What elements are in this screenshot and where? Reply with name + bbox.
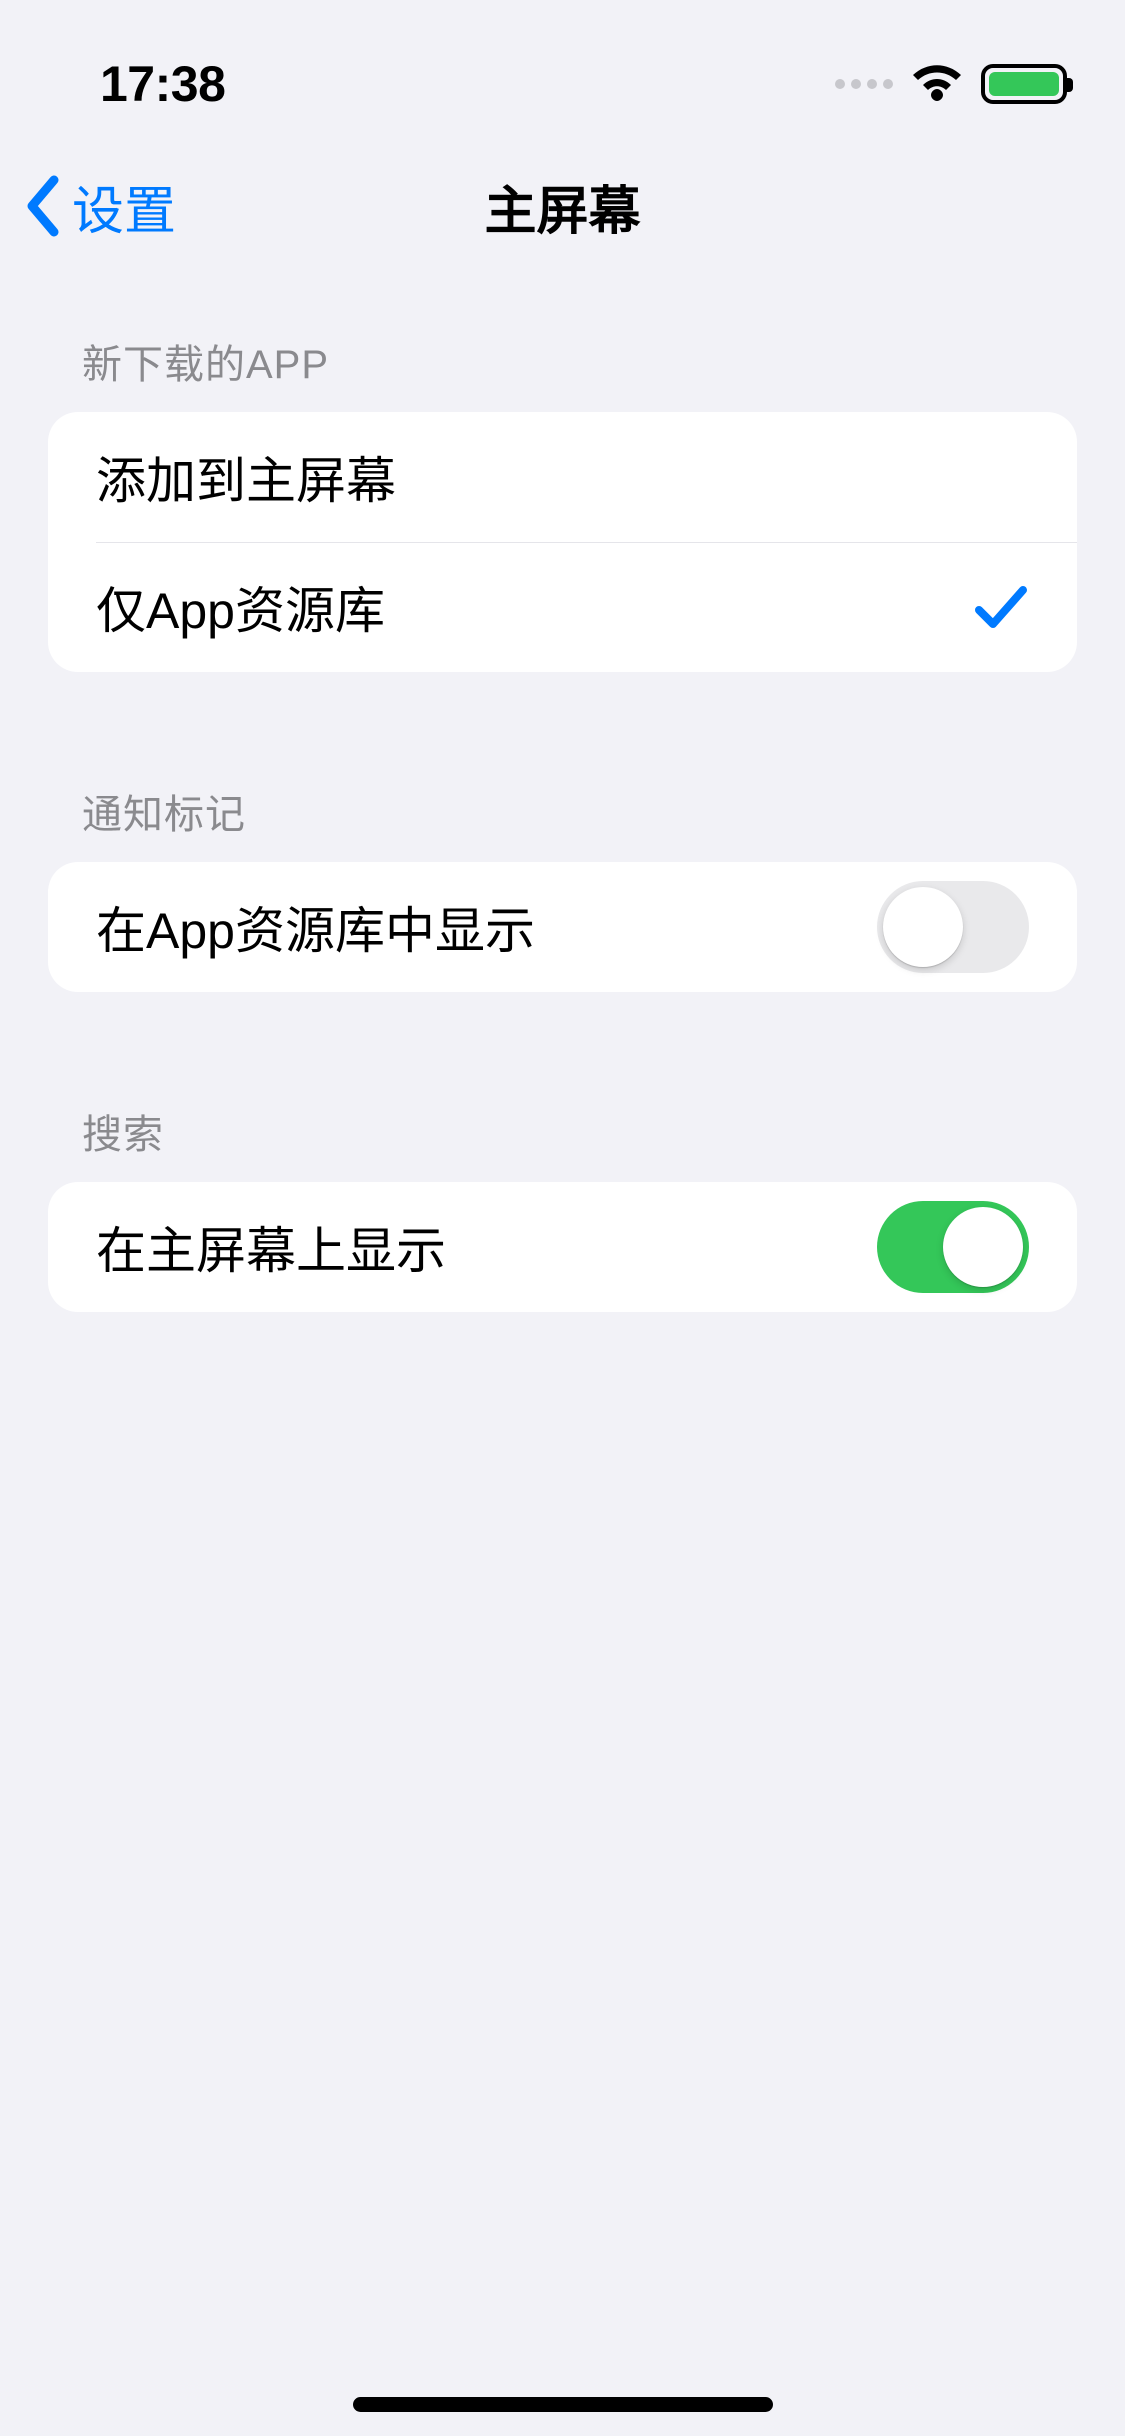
row-show-on-home: 在主屏幕上显示 [48,1182,1077,1312]
status-indicators [835,64,1067,104]
status-bar: 17:38 [0,0,1125,140]
row-label: 在App资源库中显示 [96,891,535,963]
back-label: 设置 [72,169,176,244]
group-new-apps: 添加到主屏幕 仅App资源库 [48,412,1077,672]
row-show-in-app-library: 在App资源库中显示 [48,862,1077,992]
chevron-left-icon [24,174,62,238]
row-label: 在主屏幕上显示 [96,1211,446,1283]
status-time: 17:38 [100,55,225,113]
option-label: 仅App资源库 [96,571,385,643]
battery-icon [981,64,1067,104]
cellular-dots-icon [835,79,893,89]
toggle-knob [943,1207,1023,1287]
toggle-knob [883,887,963,967]
option-label: 添加到主屏幕 [96,441,396,513]
section-header-notification-badges: 通知标记 [48,782,1077,862]
section-header-new-apps: 新下载的APP [48,332,1077,412]
group-notification-badges: 在App资源库中显示 [48,862,1077,992]
nav-bar: 设置 主屏幕 [0,140,1125,272]
group-search: 在主屏幕上显示 [48,1182,1077,1312]
content: 新下载的APP 添加到主屏幕 仅App资源库 通知标记 在App资源库中显示 搜… [0,272,1125,1312]
wifi-icon [911,65,963,103]
checkmark-icon [973,582,1029,632]
option-app-library-only[interactable]: 仅App资源库 [48,542,1077,672]
section-header-search: 搜索 [48,1102,1077,1182]
toggle-show-on-home[interactable] [877,1201,1029,1293]
toggle-show-in-app-library[interactable] [877,881,1029,973]
option-add-to-home[interactable]: 添加到主屏幕 [48,412,1077,542]
page-title: 主屏幕 [484,169,640,244]
home-indicator[interactable] [353,2397,773,2412]
back-button[interactable]: 设置 [24,169,176,244]
